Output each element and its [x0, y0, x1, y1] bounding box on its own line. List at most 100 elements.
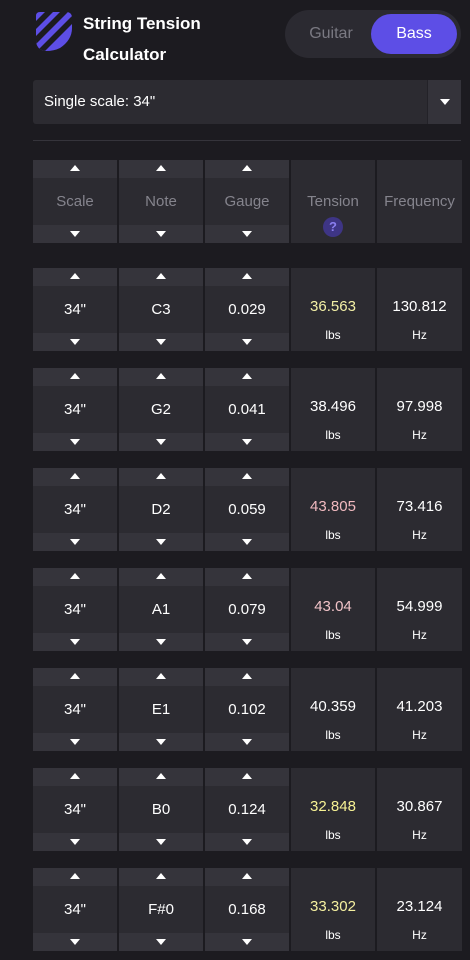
arrow-down-icon — [156, 639, 166, 645]
note-down-button[interactable] — [119, 433, 203, 451]
scale-select[interactable]: Single scale: 34" — [33, 80, 461, 124]
app-title-line2: Calculator — [83, 45, 167, 64]
gauge-header: Gauge — [205, 160, 289, 243]
scale-down-button[interactable] — [33, 933, 117, 951]
scale-value: 34" — [63, 501, 86, 518]
arrow-down-icon — [70, 639, 80, 645]
tension-value: 43.04 — [314, 598, 352, 615]
scale-up-button[interactable] — [33, 568, 117, 586]
header: String Tension Calculator Guitar Bass — [0, 0, 470, 68]
note-down-button[interactable] — [119, 633, 203, 651]
guitar-option[interactable]: Guitar — [289, 14, 373, 54]
gauge-up-button[interactable] — [205, 768, 289, 786]
scale-down-button[interactable] — [33, 633, 117, 651]
gauge-all-down-button[interactable] — [205, 225, 289, 243]
arrow-down-icon — [70, 839, 80, 845]
scale-select-dropdown-button[interactable] — [427, 80, 461, 124]
note-down-button[interactable] — [119, 733, 203, 751]
note-all-down-button[interactable] — [119, 225, 203, 243]
scale-up-button[interactable] — [33, 868, 117, 886]
scale-down-button[interactable] — [33, 333, 117, 351]
gauge-up-button[interactable] — [205, 668, 289, 686]
scale-value: 34" — [63, 301, 86, 318]
frequency-cell: 54.999 Hz — [377, 568, 462, 651]
string-row: 34" B0 0.124 32.848 lbs 30.867 Hz — [33, 768, 462, 851]
bass-option[interactable]: Bass — [371, 14, 457, 54]
tension-header-label: Tension — [307, 193, 359, 210]
arrow-down-icon — [242, 939, 252, 945]
arrow-up-icon — [242, 473, 252, 479]
tension-cell: 32.848 lbs — [291, 768, 375, 851]
arrow-down-icon — [242, 739, 252, 745]
note-all-up-button[interactable] — [119, 160, 203, 178]
gauge-down-button[interactable] — [205, 733, 289, 751]
scale-up-button[interactable] — [33, 268, 117, 286]
gauge-down-button[interactable] — [205, 533, 289, 551]
frequency-value: 130.812 — [392, 298, 447, 315]
arrow-up-icon — [156, 165, 166, 171]
tension-unit: lbs — [325, 828, 341, 842]
scale-down-button[interactable] — [33, 833, 117, 851]
gauge-all-up-button[interactable] — [205, 160, 289, 178]
gauge-down-button[interactable] — [205, 933, 289, 951]
gauge-value: 0.079 — [228, 601, 266, 618]
arrow-down-icon — [70, 539, 80, 545]
gauge-down-button[interactable] — [205, 633, 289, 651]
note-up-button[interactable] — [119, 468, 203, 486]
frequency-header: Frequency — [377, 160, 462, 243]
tension-cell: 40.359 lbs — [291, 668, 375, 751]
note-up-button[interactable] — [119, 368, 203, 386]
gauge-up-button[interactable] — [205, 568, 289, 586]
arrow-up-icon — [70, 873, 80, 879]
frequency-value: 41.203 — [396, 698, 443, 715]
gauge-up-button[interactable] — [205, 268, 289, 286]
scale-down-button[interactable] — [33, 433, 117, 451]
gauge-cell: 0.029 — [205, 268, 289, 351]
arrow-down-icon — [156, 231, 166, 237]
tension-unit: lbs — [325, 928, 341, 942]
note-up-button[interactable] — [119, 768, 203, 786]
arrow-down-icon — [242, 231, 252, 237]
gauge-value: 0.102 — [228, 701, 266, 718]
arrow-up-icon — [242, 273, 252, 279]
note-up-button[interactable] — [119, 568, 203, 586]
tension-value: 36.563 — [310, 298, 356, 315]
note-up-button[interactable] — [119, 268, 203, 286]
frequency-unit: Hz — [412, 728, 427, 742]
scale-up-button[interactable] — [33, 468, 117, 486]
note-up-button[interactable] — [119, 868, 203, 886]
note-down-button[interactable] — [119, 533, 203, 551]
gauge-down-button[interactable] — [205, 833, 289, 851]
gauge-up-button[interactable] — [205, 868, 289, 886]
note-cell: E1 — [119, 668, 203, 751]
note-down-button[interactable] — [119, 333, 203, 351]
tension-cell: 38.496 lbs — [291, 368, 375, 451]
arrow-up-icon — [70, 473, 80, 479]
note-cell: D2 — [119, 468, 203, 551]
note-down-button[interactable] — [119, 933, 203, 951]
scale-all-down-button[interactable] — [33, 225, 117, 243]
gauge-up-button[interactable] — [205, 368, 289, 386]
gauge-down-button[interactable] — [205, 333, 289, 351]
frequency-unit: Hz — [412, 428, 427, 442]
arrow-up-icon — [156, 673, 166, 679]
note-cell: C3 — [119, 268, 203, 351]
note-up-button[interactable] — [119, 668, 203, 686]
string-row: 34" E1 0.102 40.359 lbs 41.203 Hz — [33, 668, 462, 751]
scale-up-button[interactable] — [33, 668, 117, 686]
scale-down-button[interactable] — [33, 533, 117, 551]
arrow-up-icon — [242, 873, 252, 879]
frequency-unit: Hz — [412, 928, 427, 942]
scale-cell: 34" — [33, 768, 117, 851]
scale-down-button[interactable] — [33, 733, 117, 751]
gauge-up-button[interactable] — [205, 468, 289, 486]
scale-up-button[interactable] — [33, 368, 117, 386]
note-down-button[interactable] — [119, 833, 203, 851]
help-icon[interactable]: ? — [323, 217, 343, 237]
scale-all-up-button[interactable] — [33, 160, 117, 178]
gauge-down-button[interactable] — [205, 433, 289, 451]
note-cell: A1 — [119, 568, 203, 651]
string-row: 34" F#0 0.168 33.302 lbs 23.124 Hz — [33, 868, 462, 951]
frequency-cell: 41.203 Hz — [377, 668, 462, 751]
scale-up-button[interactable] — [33, 768, 117, 786]
